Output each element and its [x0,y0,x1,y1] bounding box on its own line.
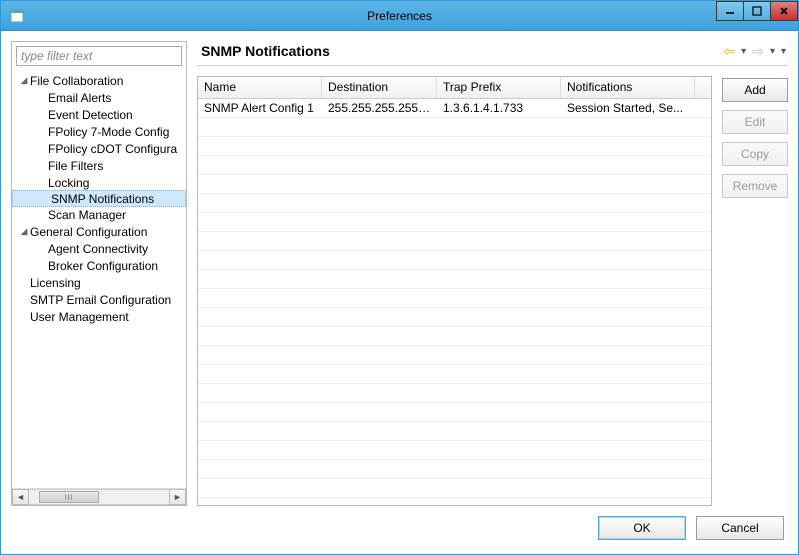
caret-down-icon[interactable]: ◢ [18,75,30,86]
scroll-thumb[interactable]: lll [39,491,99,503]
tree-item-label: General Configuration [30,225,147,239]
scroll-left-button[interactable]: ◄ [12,489,29,505]
tree-item-label: Licensing [30,276,81,290]
tree-item-label: File Collaboration [30,74,123,88]
tree-item[interactable]: Agent Connectivity [12,240,186,257]
tree-item-label: Scan Manager [48,208,126,222]
nav-icons: ⇦ ▾ ⇨ ▾ ▾ [723,44,786,58]
col-notifications[interactable]: Notifications [561,77,695,98]
tree-item[interactable]: Event Detection [12,106,186,123]
close-button[interactable] [770,1,798,21]
table-row[interactable]: SNMP Alert Config 1 255.255.255.255:162 … [198,99,711,118]
page-title: SNMP Notifications [201,43,330,59]
tree-item[interactable]: SMTP Email Configuration [12,291,186,308]
page-panel: SNMP Notifications ⇦ ▾ ⇨ ▾ ▾ Name Destin… [197,41,788,506]
tree-item-label: Email Alerts [48,91,111,105]
scroll-track[interactable]: lll [29,489,169,505]
remove-button[interactable]: Remove [722,174,788,198]
preferences-tree[interactable]: ◢File CollaborationEmail AlertsEvent Det… [12,70,186,488]
edit-button[interactable]: Edit [722,110,788,134]
cell-destination: 255.255.255.255:162 [322,101,437,115]
tree-item[interactable]: ◢General Configuration [12,223,186,240]
nav-back-menu-icon[interactable]: ▾ [741,46,746,57]
tree-panel: ◢File CollaborationEmail AlertsEvent Det… [11,41,187,506]
tree-item-label: Event Detection [48,108,133,122]
preferences-window: Preferences ◢File CollaborationEmail Ale… [0,0,799,555]
ok-button[interactable]: OK [598,516,686,540]
tree-item-label: File Filters [48,159,103,173]
cell-name: SNMP Alert Config 1 [198,101,322,115]
cell-notifications: Session Started, Se... [561,101,711,115]
snmp-table[interactable]: Name Destination Trap Prefix Notificatio… [197,76,712,506]
page-header: SNMP Notifications ⇦ ▾ ⇨ ▾ ▾ [197,41,788,66]
nav-forward-menu-icon[interactable]: ▾ [770,46,775,57]
tree-item-label: Broker Configuration [48,259,158,273]
tree-item-label: Agent Connectivity [48,242,148,256]
empty-rows [198,118,711,498]
page-body: Name Destination Trap Prefix Notificatio… [197,66,788,506]
col-trap-prefix[interactable]: Trap Prefix [437,77,561,98]
tree-item[interactable]: File Filters [12,157,186,174]
tree-item[interactable]: Email Alerts [12,89,186,106]
maximize-button[interactable] [743,1,771,21]
tree-item-label: Locking [48,176,89,190]
table-body[interactable]: SNMP Alert Config 1 255.255.255.255:162 … [198,99,711,505]
tree-item[interactable]: Locking [12,174,186,191]
tree-item[interactable]: SNMP Notifications [12,190,186,207]
cell-prefix: 1.3.6.1.4.1.733 [437,101,561,115]
filter-input[interactable] [16,46,182,66]
side-buttons: Add Edit Copy Remove [722,76,788,506]
col-spacer [695,77,711,98]
tree-horizontal-scrollbar[interactable]: ◄ lll ► [12,488,186,505]
table-header: Name Destination Trap Prefix Notificatio… [198,77,711,99]
tree-item[interactable]: User Management [12,308,186,325]
tree-item[interactable]: Scan Manager [12,206,186,223]
tree-item[interactable]: ◢File Collaboration [12,72,186,89]
minimize-button[interactable] [716,1,744,21]
body: ◢File CollaborationEmail AlertsEvent Det… [1,31,798,554]
tree-item[interactable]: FPolicy cDOT Configura [12,140,186,157]
copy-button[interactable]: Copy [722,142,788,166]
titlebar: Preferences [1,1,798,31]
app-icon [9,8,25,24]
tree-item[interactable]: FPolicy 7-Mode Config [12,123,186,140]
tree-item[interactable]: Broker Configuration [12,257,186,274]
add-button[interactable]: Add [722,78,788,102]
cancel-button[interactable]: Cancel [696,516,784,540]
content-row: ◢File CollaborationEmail AlertsEvent Det… [11,41,788,506]
window-title: Preferences [367,9,432,23]
scroll-right-button[interactable]: ► [169,489,186,505]
nav-extra-menu-icon[interactable]: ▾ [781,46,786,57]
tree-item[interactable]: Licensing [12,274,186,291]
footer: OK Cancel [11,506,788,544]
tree-item-label: SMTP Email Configuration [30,293,171,307]
tree-item-label: FPolicy 7-Mode Config [48,125,169,139]
window-controls [717,1,798,23]
nav-back-icon[interactable]: ⇦ [723,44,735,58]
tree-item-label: FPolicy cDOT Configura [48,142,177,156]
col-name[interactable]: Name [198,77,322,98]
caret-down-icon[interactable]: ◢ [18,226,30,237]
col-destination[interactable]: Destination [322,77,437,98]
nav-forward-icon[interactable]: ⇨ [752,44,764,58]
tree-item-label: SNMP Notifications [49,192,156,206]
tree-item-label: User Management [30,310,129,324]
